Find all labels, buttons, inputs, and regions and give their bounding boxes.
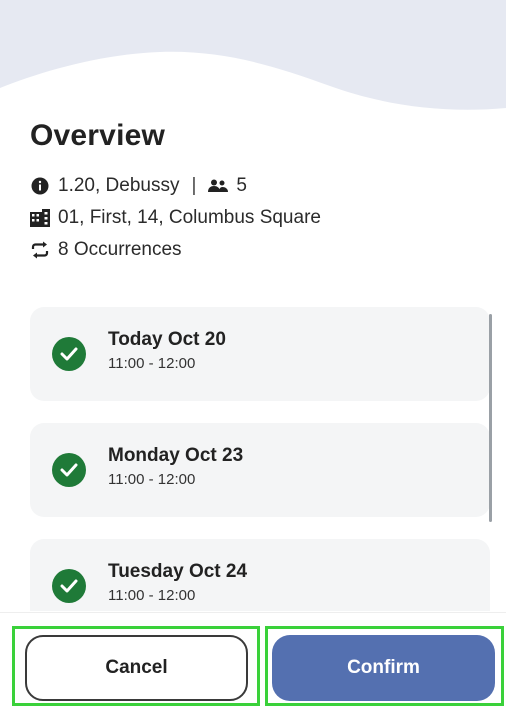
occurrence-time: 11:00 - 12:00 xyxy=(108,471,196,488)
check-circle-icon xyxy=(52,337,86,371)
occurrence-date: Monday Oct 23 xyxy=(108,445,244,466)
occurrence-time: 11:00 - 12:00 xyxy=(108,355,196,372)
confirm-button[interactable]: Confirm xyxy=(272,635,495,701)
cancel-button[interactable]: Cancel xyxy=(25,635,248,701)
people-icon xyxy=(208,176,229,196)
repeat-icon xyxy=(30,240,50,260)
list-scrollbar[interactable] xyxy=(489,314,492,522)
booking-overview-screen: Overview 1.20, Debussy | 5 01, First, 14… xyxy=(0,0,506,709)
capacity-count: 5 xyxy=(236,175,247,196)
occurrences-count-label: 8 Occurrences xyxy=(58,239,182,260)
occurrence-card[interactable]: Tuesday Oct 24 11:00 - 12:00 xyxy=(30,539,490,611)
overview-title: Overview xyxy=(30,119,166,152)
recurrence-info-line: 8 Occurrences xyxy=(30,234,480,266)
building-icon xyxy=(30,208,50,228)
header-wave-decoration xyxy=(0,0,506,110)
overview-section: Overview 1.20, Debussy | 5 01, First, 14… xyxy=(30,118,480,266)
check-circle-icon xyxy=(52,453,86,487)
occurrence-card[interactable]: Monday Oct 23 11:00 - 12:00 xyxy=(30,423,490,517)
building-info-line: 01, First, 14, Columbus Square xyxy=(30,202,480,234)
occurrence-list[interactable]: Today Oct 20 11:00 - 12:00 Monday Oct 23… xyxy=(30,307,500,611)
occurrence-card[interactable]: Today Oct 20 11:00 - 12:00 xyxy=(30,307,490,401)
info-icon xyxy=(30,176,50,196)
separator: | xyxy=(191,175,197,196)
room-info-line: 1.20, Debussy | 5 xyxy=(30,170,480,202)
check-circle-icon xyxy=(52,569,86,603)
room-label: 1.20, Debussy xyxy=(58,175,180,196)
occurrence-date: Tuesday Oct 24 xyxy=(108,561,248,582)
occurrence-time: 11:00 - 12:00 xyxy=(108,587,196,604)
occurrence-date: Today Oct 20 xyxy=(108,329,226,350)
building-label: 01, First, 14, Columbus Square xyxy=(58,207,321,228)
